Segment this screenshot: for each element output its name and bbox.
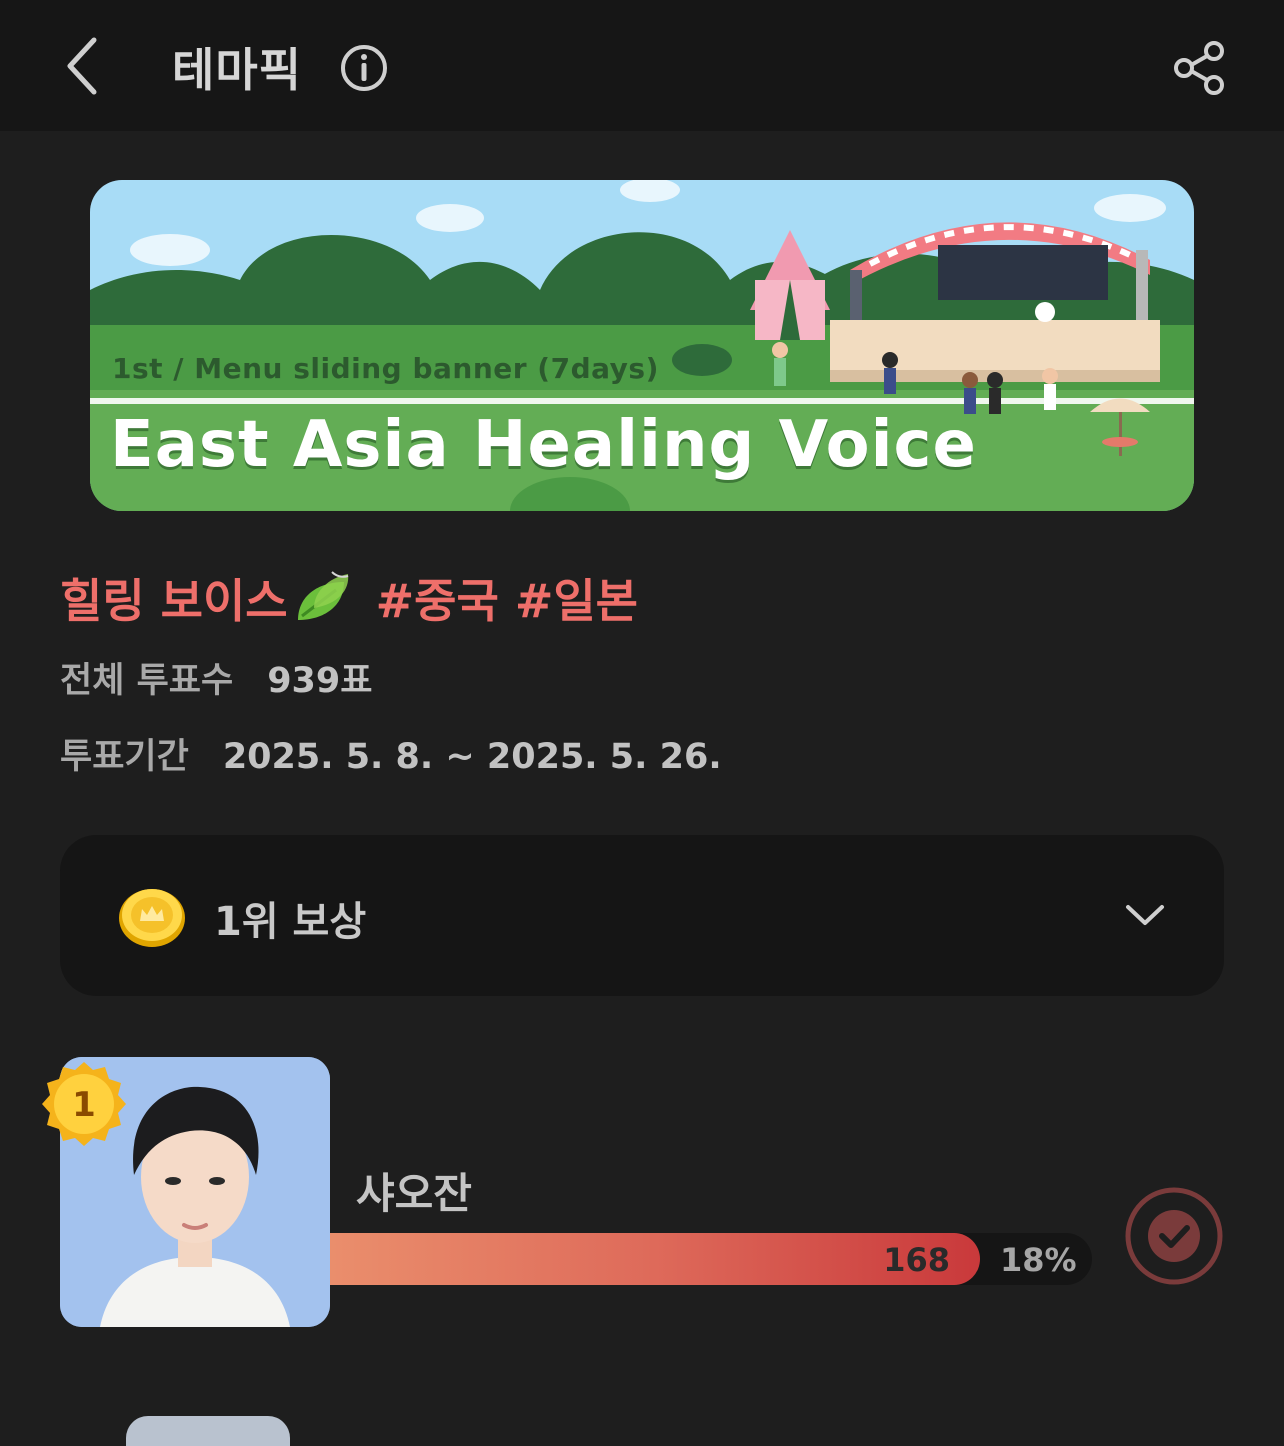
candidate-name: 샤오잔 [356, 1169, 472, 1218]
total-votes-label: 전체 투표수 [60, 661, 234, 701]
vote-period-value: 2025. 5. 8. ~ 2025. 5. 26. [222, 737, 722, 777]
banner-title: East Asia Healing Voice [110, 408, 977, 482]
coin-icon [119, 889, 185, 947]
share-icon [1174, 41, 1224, 95]
chevron-down-icon[interactable] [1124, 897, 1166, 933]
vote-period-label: 투표기간 [60, 737, 189, 777]
rank-medal-icon: 1 [42, 1062, 126, 1146]
total-votes-value: 939표 [267, 661, 373, 701]
next-candidate-photo[interactable] [126, 1416, 290, 1446]
event-banner[interactable]: 1st / Menu sliding banner (7days) East A… [90, 180, 1194, 511]
back-button[interactable] [58, 30, 114, 102]
info-button[interactable] [338, 42, 390, 94]
share-button[interactable] [1168, 36, 1232, 100]
page-title: 테마픽 [172, 43, 302, 97]
ranking-item: 1 샤오잔 168 18% [0, 1040, 1284, 1350]
theme-headline: 힐링 보이스 #중국 #일본 [60, 565, 638, 631]
vote-period-row: 투표기간 2025. 5. 8. ~ 2025. 5. 26. [60, 728, 722, 779]
reward-accordion[interactable]: 1위 보상 [60, 835, 1224, 996]
rank-number: 1 [72, 1085, 96, 1125]
chevron-left-icon [67, 37, 97, 95]
vote-percent: 18% [1000, 1241, 1077, 1279]
banner-subtitle: 1st / Menu sliding banner (7days) [112, 352, 659, 385]
hashtags: #중국 #일본 [375, 574, 639, 628]
info-icon [341, 45, 387, 91]
leaf-icon [297, 571, 348, 620]
vote-check-button[interactable] [1124, 1186, 1224, 1286]
vote-progress-fill: 168 [330, 1233, 980, 1285]
top-bar: 테마픽 [0, 0, 1284, 131]
vote-count: 168 [883, 1241, 950, 1279]
reward-label: 1위 보상 [214, 899, 367, 945]
headline-text: 힐링 보이스 [60, 574, 288, 628]
vote-progress-bar: 168 18% [330, 1233, 1092, 1285]
total-votes-row: 전체 투표수 939표 [60, 652, 372, 703]
